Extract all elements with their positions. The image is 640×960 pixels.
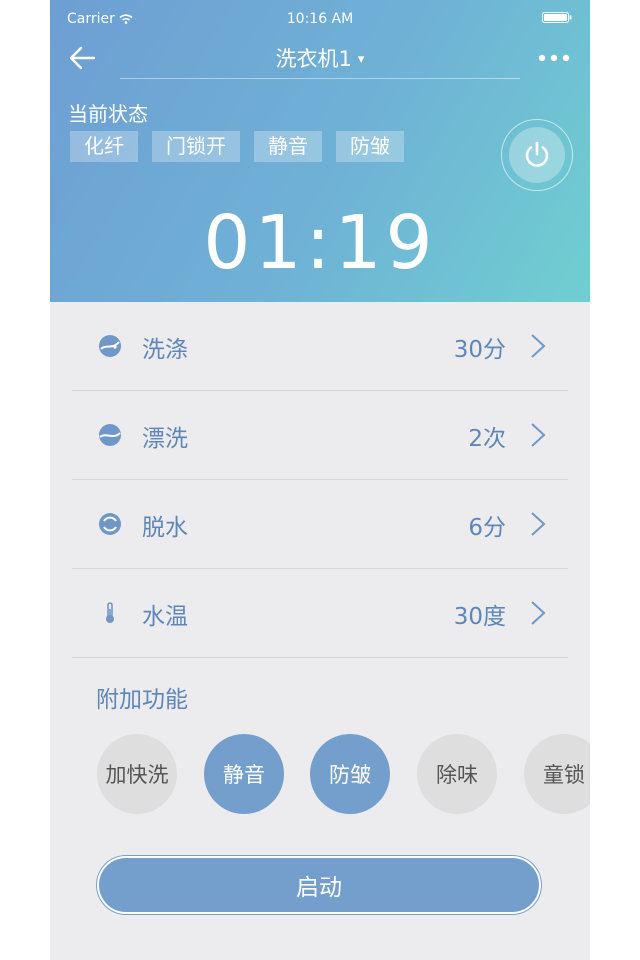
setting-label: 脱水 xyxy=(142,515,188,541)
power-button[interactable] xyxy=(501,119,573,191)
state-tags: 化纤 门锁开 静音 防皱 xyxy=(70,131,404,162)
feature-toggle-anti-wrinkle[interactable]: 防皱 xyxy=(310,734,390,814)
device-name: 洗衣机1 xyxy=(275,47,352,71)
state-tag: 门锁开 xyxy=(152,131,240,162)
feature-toggle-child-lock[interactable]: 童锁 xyxy=(524,734,590,814)
status-bar: Carrier 10:16 AM xyxy=(50,0,590,38)
chevron-right-icon xyxy=(531,512,546,536)
setting-value: 30分 xyxy=(453,337,506,363)
app-screen: Carrier 10:16 AM 洗衣机1 ▾ 当前状态 化纤 门锁开 静音 防… xyxy=(50,0,590,960)
setting-label: 水温 xyxy=(142,604,188,630)
thermometer-icon xyxy=(106,602,114,623)
chevron-right-icon xyxy=(531,334,546,358)
feature-toggles: 加快洗 静音 防皱 除味 童锁 xyxy=(97,734,590,816)
battery-icon xyxy=(542,12,572,23)
remaining-time: 01:19 xyxy=(203,200,437,286)
settings-list: 洗涤 30分 漂洗 2次 脱水 6分 水温 30度 xyxy=(72,302,568,658)
setting-row-spin[interactable]: 脱水 6分 xyxy=(72,480,568,569)
nav-divider xyxy=(120,78,520,79)
state-tag: 防皱 xyxy=(336,131,404,162)
rinse-icon xyxy=(99,424,121,446)
more-options-icon[interactable] xyxy=(538,54,570,62)
setting-value: 6分 xyxy=(468,515,506,541)
feature-toggle-silent[interactable]: 静音 xyxy=(204,734,284,814)
setting-row-temperature[interactable]: 水温 30度 xyxy=(72,569,568,658)
chevron-down-icon: ▾ xyxy=(357,52,365,67)
power-icon xyxy=(525,141,549,167)
feature-toggle-fast-wash[interactable]: 加快洗 xyxy=(97,734,177,814)
setting-label: 洗涤 xyxy=(142,337,188,363)
status-header: Carrier 10:16 AM 洗衣机1 ▾ 当前状态 化纤 门锁开 静音 防… xyxy=(50,0,590,302)
spin-icon xyxy=(99,513,121,535)
chevron-right-icon xyxy=(531,423,546,447)
setting-value: 30度 xyxy=(453,604,506,630)
wash-icon xyxy=(99,335,121,357)
extra-functions-title: 附加功能 xyxy=(96,687,188,713)
state-tag: 静音 xyxy=(254,131,322,162)
setting-row-rinse[interactable]: 漂洗 2次 xyxy=(72,391,568,480)
setting-label: 漂洗 xyxy=(142,426,188,452)
clock: 10:16 AM xyxy=(286,11,354,27)
state-tag: 化纤 xyxy=(70,131,138,162)
nav-bar: 洗衣机1 ▾ xyxy=(50,38,590,78)
setting-row-wash[interactable]: 洗涤 30分 xyxy=(72,302,568,391)
start-button[interactable]: 启动 xyxy=(97,856,541,914)
current-state-label: 当前状态 xyxy=(68,102,148,126)
feature-toggle-deodorize[interactable]: 除味 xyxy=(417,734,497,814)
setting-value: 2次 xyxy=(468,426,506,452)
chevron-right-icon xyxy=(531,601,546,625)
device-selector[interactable]: 洗衣机1 ▾ xyxy=(50,43,590,73)
